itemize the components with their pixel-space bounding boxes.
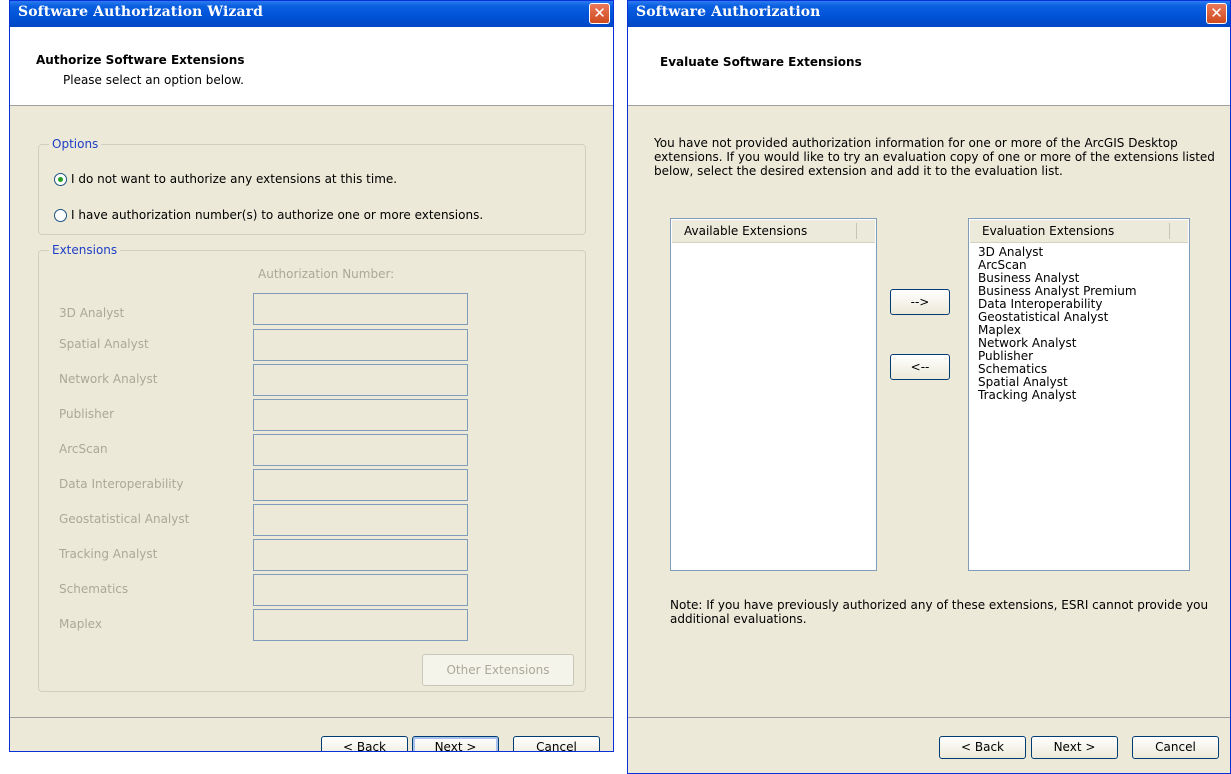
- radio-circle[interactable]: [54, 173, 67, 186]
- available-extensions-header-label: Available Extensions: [684, 224, 808, 238]
- title-bar[interactable]: Software Authorization ✕: [628, 1, 1230, 27]
- next-button[interactable]: Next >: [1031, 736, 1118, 759]
- cancel-button[interactable]: Cancel: [513, 736, 600, 751]
- intro-text: You have not provided authorization info…: [654, 136, 1215, 178]
- radio-no-authorize-label[interactable]: I do not want to authorize any extension…: [71, 172, 397, 186]
- footer-divider: [628, 717, 1230, 718]
- list-item[interactable]: Business Analyst: [978, 271, 1079, 285]
- list-item[interactable]: Geostatistical Analyst: [978, 310, 1108, 324]
- note-line: additional evaluations.: [670, 612, 807, 626]
- authorization-input-3d-analyst[interactable]: [253, 293, 468, 325]
- list-item[interactable]: Spatial Analyst: [978, 375, 1068, 389]
- list-item[interactable]: Publisher: [978, 349, 1033, 363]
- options-group: Options I do not want to authorize any e…: [38, 137, 586, 235]
- list-item[interactable]: Schematics: [978, 362, 1047, 376]
- authorization-input-arcscan[interactable]: [253, 434, 468, 466]
- list-item[interactable]: Network Analyst: [978, 336, 1076, 350]
- extensions-legend: Extensions: [49, 243, 121, 257]
- intro-line: below, select the desired extension and …: [654, 164, 1063, 178]
- note-line: Note: If you have previously authorized …: [670, 598, 1209, 612]
- list-item[interactable]: Business Analyst Premium: [978, 284, 1137, 298]
- close-icon[interactable]: ✕: [1206, 3, 1227, 24]
- window-title: Software Authorization Wizard: [18, 4, 264, 20]
- column-separator[interactable]: [856, 223, 857, 239]
- note-text: Note: If you have previously authorized …: [670, 598, 1208, 626]
- software-authorization-window: Software Authorization ✕ Evaluate Softwa…: [627, 0, 1231, 774]
- evaluation-extensions-list[interactable]: Evaluation Extensions 3D Analyst ArcScan…: [968, 218, 1190, 571]
- radio-circle[interactable]: [54, 209, 67, 222]
- close-icon[interactable]: ✕: [589, 3, 610, 24]
- remove-from-evaluation-button[interactable]: <--: [890, 354, 950, 380]
- authorization-input-schematics[interactable]: [253, 574, 468, 606]
- evaluation-extensions-header-label: Evaluation Extensions: [982, 224, 1115, 238]
- extension-label: Spatial Analyst: [59, 337, 149, 351]
- radio-selected-dot: [58, 177, 63, 182]
- authorization-input-publisher[interactable]: [253, 399, 468, 431]
- intro-line: You have not provided authorization info…: [654, 136, 1178, 150]
- other-extensions-button[interactable]: Other Extensions: [422, 654, 574, 686]
- authorization-input-geostatistical-analyst[interactable]: [253, 504, 468, 536]
- header-title: Evaluate Software Extensions: [660, 55, 862, 69]
- authorization-input-tracking-analyst[interactable]: [253, 539, 468, 571]
- authorization-input-data-interoperability[interactable]: [253, 469, 468, 501]
- list-item[interactable]: Maplex: [978, 323, 1021, 337]
- column-separator[interactable]: [1169, 223, 1170, 239]
- list-item[interactable]: Tracking Analyst: [978, 388, 1076, 402]
- authorization-input-maplex[interactable]: [253, 609, 468, 641]
- available-extensions-header[interactable]: Available Extensions: [672, 220, 875, 243]
- back-button[interactable]: < Back: [939, 736, 1026, 759]
- wizard-header: Authorize Software Extensions Please sel…: [10, 27, 613, 106]
- next-button[interactable]: Next >: [412, 736, 499, 751]
- extension-label: Schematics: [59, 582, 129, 596]
- list-item[interactable]: Data Interoperability: [978, 297, 1102, 311]
- evaluation-extensions-header[interactable]: Evaluation Extensions: [970, 220, 1188, 243]
- header-title: Authorize Software Extensions: [36, 53, 245, 67]
- extension-label: Data Interoperability: [59, 477, 184, 491]
- add-to-evaluation-button[interactable]: -->: [890, 289, 950, 315]
- extension-label: ArcScan: [59, 442, 108, 456]
- available-extensions-list[interactable]: Available Extensions: [670, 218, 877, 571]
- authorization-input-network-analyst[interactable]: [253, 364, 468, 396]
- options-legend: Options: [49, 137, 102, 151]
- window-title: Software Authorization: [636, 4, 821, 20]
- extension-label: Tracking Analyst: [59, 547, 158, 561]
- authorization-number-header: Authorization Number:: [258, 267, 395, 281]
- intro-line: extensions. If you would like to try an …: [654, 150, 1215, 164]
- authorization-wizard-window: Software Authorization Wizard ✕ Authoriz…: [9, 0, 614, 752]
- extension-label: Publisher: [59, 407, 115, 421]
- wizard-header: Evaluate Software Extensions: [628, 27, 1230, 106]
- extension-label: Geostatistical Analyst: [59, 512, 190, 526]
- cancel-button[interactable]: Cancel: [1132, 736, 1219, 759]
- footer-divider: [10, 717, 613, 718]
- title-bar[interactable]: Software Authorization Wizard ✕: [10, 1, 613, 27]
- authorization-input-spatial-analyst[interactable]: [253, 329, 468, 361]
- extension-label: Network Analyst: [59, 372, 158, 386]
- list-item[interactable]: ArcScan: [978, 258, 1027, 272]
- list-item[interactable]: 3D Analyst: [978, 245, 1043, 259]
- extension-label: 3D Analyst: [59, 306, 125, 320]
- back-button[interactable]: < Back: [321, 736, 408, 751]
- extension-label: Maplex: [59, 617, 102, 631]
- header-subtitle: Please select an option below.: [63, 73, 244, 87]
- radio-have-authorization-label[interactable]: I have authorization number(s) to author…: [71, 208, 483, 222]
